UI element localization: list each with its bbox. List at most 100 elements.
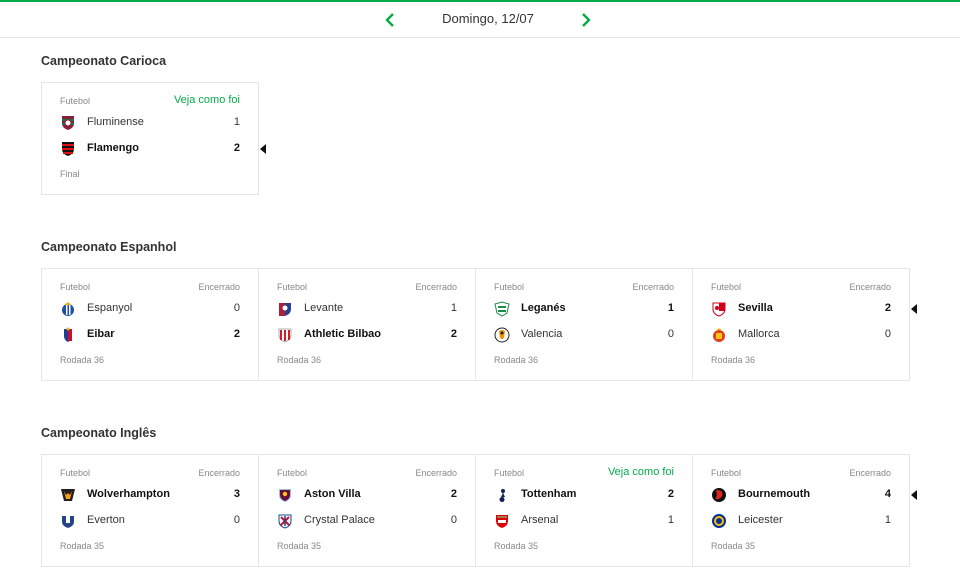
team-name: Flamengo — [87, 142, 139, 154]
match-card[interactable]: Futebol Encerrado Aston Villa 2 Crystal … — [258, 454, 483, 567]
status-label: Encerrado — [632, 282, 674, 292]
section-title-ingles: Campeonato Inglês — [41, 426, 157, 440]
team-score: 0 — [233, 302, 240, 314]
eibar-crest-icon — [60, 327, 76, 343]
matches-row-espanhol: Futebol Encerrado Espanyol 0 Eibar 2 Rod… — [41, 268, 917, 381]
sport-label: Futebol — [711, 282, 742, 292]
chevron-right-icon[interactable] — [580, 13, 592, 27]
sport-label: Futebol — [60, 468, 91, 478]
status-label: Encerrado — [415, 468, 457, 478]
crystal-palace-crest-icon — [277, 513, 293, 529]
match-card[interactable]: Futebol Encerrado Sevilla 2 Mallorca 0 R… — [692, 268, 917, 381]
team-name: Leicester — [738, 514, 783, 526]
team-name: Eibar — [87, 328, 115, 340]
away-team: Valencia 0 — [494, 325, 674, 345]
team-score: 1 — [884, 514, 891, 526]
team-name: Levante — [304, 302, 344, 314]
leganes-crest-icon — [494, 301, 510, 317]
espanyol-crest-icon — [60, 301, 76, 317]
match-card[interactable]: Futebol Encerrado Leganés 1 Valencia 0 R… — [475, 268, 700, 381]
team-score: 0 — [884, 328, 891, 340]
sport-label: Futebol — [60, 282, 91, 292]
home-team: Leganés 1 — [494, 299, 700, 319]
leicester-crest-icon — [711, 513, 727, 529]
team-name: Crystal Palace — [304, 514, 375, 526]
away-team: Arsenal 1 — [494, 511, 674, 531]
team-name: Bournemouth — [738, 488, 811, 500]
sport-label: Futebol — [711, 468, 742, 478]
team-name: Tottenham — [521, 488, 577, 500]
match-card[interactable]: Futebol Encerrado Bournemouth 4 Leiceste… — [692, 454, 917, 567]
sport-label: Futebol — [277, 282, 308, 292]
sport-label: Futebol — [494, 282, 525, 292]
match-card[interactable]: Futebol Encerrado Espanyol 0 Eibar 2 Rod… — [41, 268, 266, 381]
team-score: 2 — [233, 328, 240, 340]
away-team: Athletic Bilbao 2 — [277, 325, 483, 345]
sport-label: Futebol — [494, 468, 525, 478]
team-score: 2 — [884, 302, 891, 314]
team-score: 1 — [667, 514, 674, 526]
match-footer: Rodada 36 — [494, 355, 539, 365]
home-team: Espanyol 0 — [60, 299, 240, 319]
status-label: Encerrado — [198, 282, 240, 292]
team-score: 2 — [667, 488, 674, 500]
status-label: Encerrado — [849, 468, 891, 478]
everton-crest-icon — [60, 513, 76, 529]
home-team: Levante 1 — [277, 299, 457, 319]
veja-como-foi-link[interactable]: Veja como foi — [608, 466, 674, 478]
home-team: Fluminense 1 — [60, 113, 240, 133]
team-score: 2 — [450, 328, 457, 340]
team-name: Aston Villa — [304, 488, 361, 500]
team-score: 1 — [450, 302, 457, 314]
away-team: Crystal Palace 0 — [277, 511, 457, 531]
fluminense-crest-icon — [60, 115, 76, 131]
team-score: 3 — [233, 488, 240, 500]
home-team: Tottenham 2 — [494, 485, 700, 505]
team-name: Mallorca — [738, 328, 780, 340]
away-team: Everton 0 — [60, 511, 240, 531]
status-label: Encerrado — [849, 282, 891, 292]
match-card[interactable]: Futebol Encerrado Levante 1 Athletic Bil… — [258, 268, 483, 381]
team-score: 0 — [450, 514, 457, 526]
wolverhampton-crest-icon — [60, 487, 76, 503]
team-name: Athletic Bilbao — [304, 328, 382, 340]
status-label: Encerrado — [198, 468, 240, 478]
match-footer: Rodada 35 — [60, 541, 105, 551]
team-score: 1 — [667, 302, 674, 314]
match-card[interactable]: Futebol Veja como foi Fluminense 1 Flame… — [41, 82, 266, 195]
home-team: Bournemouth 4 — [711, 485, 917, 505]
team-name: Everton — [87, 514, 125, 526]
matches-row-carioca: Futebol Veja como foi Fluminense 1 Flame… — [41, 82, 266, 195]
valencia-crest-icon — [494, 327, 510, 343]
match-card[interactable]: Futebol Encerrado Wolverhampton 3 Everto… — [41, 454, 266, 567]
team-score: 0 — [667, 328, 674, 340]
status-label: Encerrado — [415, 282, 457, 292]
away-team: Leicester 1 — [711, 511, 891, 531]
match-footer: Rodada 35 — [711, 541, 756, 551]
current-date-label: Domingo, 12/07 — [442, 11, 534, 26]
home-team: Sevilla 2 — [711, 299, 917, 319]
team-name: Leganés — [521, 302, 566, 314]
match-footer: Rodada 35 — [277, 541, 322, 551]
date-navigator: Domingo, 12/07 — [0, 2, 960, 38]
aston-villa-crest-icon — [277, 487, 293, 503]
team-score: 0 — [233, 514, 240, 526]
winner-marker-icon — [260, 144, 266, 154]
tottenham-crest-icon — [494, 487, 510, 503]
team-name: Valencia — [521, 328, 563, 340]
team-score: 1 — [233, 116, 240, 128]
team-name: Fluminense — [87, 116, 144, 128]
team-name: Sevilla — [738, 302, 773, 314]
match-card[interactable]: Futebol Veja como foi Tottenham 2 Arsena… — [475, 454, 700, 567]
flamengo-crest-icon — [60, 141, 76, 157]
away-team: Mallorca 0 — [711, 325, 891, 345]
veja-como-foi-link[interactable]: Veja como foi — [174, 94, 240, 106]
match-footer: Rodada 35 — [494, 541, 539, 551]
bournemouth-crest-icon — [711, 487, 727, 503]
team-name: Wolverhampton — [87, 488, 170, 500]
match-footer: Rodada 36 — [277, 355, 322, 365]
team-score: 4 — [884, 488, 891, 500]
match-footer: Rodada 36 — [60, 355, 105, 365]
winner-marker-icon — [911, 304, 917, 314]
arsenal-crest-icon — [494, 513, 510, 529]
